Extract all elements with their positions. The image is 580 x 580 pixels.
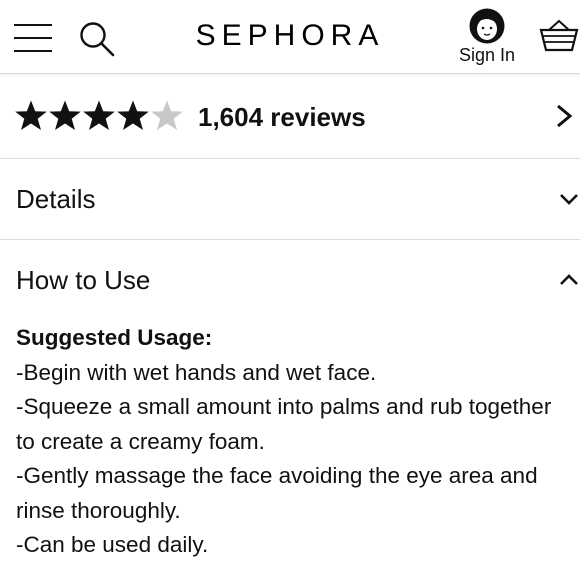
how-to-use-content: Suggested Usage: -Begin with wet hands a…	[16, 321, 576, 563]
details-accordion[interactable]: Details	[0, 159, 580, 240]
basket-icon[interactable]	[539, 16, 580, 58]
usage-line: -Gently massage the face avoiding the ey…	[16, 463, 538, 488]
star-filled-icon	[49, 100, 81, 130]
usage-line: -Squeeze a small amount into palms and r…	[16, 394, 552, 419]
hamburger-menu-icon[interactable]	[14, 22, 52, 52]
chevron-up-icon	[560, 274, 578, 285]
sign-in-button[interactable]: Sign In	[452, 8, 522, 68]
reviews-row[interactable]: 1,604 reviews	[0, 75, 580, 159]
star-filled-icon	[83, 100, 115, 130]
usage-line: -Can be used daily.	[16, 532, 209, 557]
star-filled-icon	[15, 100, 47, 130]
avatar-icon	[469, 8, 505, 44]
chevron-down-icon	[560, 194, 578, 205]
top-nav-bar: SEPHORA Sign In	[0, 0, 580, 74]
suggested-usage-heading: Suggested Usage:	[16, 325, 213, 350]
star-empty-icon	[151, 100, 183, 130]
star-rating	[14, 99, 184, 137]
details-label: Details	[16, 184, 96, 214]
usage-line: -Begin with wet hands and wet face.	[16, 359, 377, 385]
star-filled-icon	[117, 100, 149, 130]
usage-line: to create a creamy foam.	[16, 428, 265, 454]
search-icon[interactable]	[78, 20, 116, 58]
usage-line: rinse thoroughly.	[16, 497, 181, 523]
reviews-count: 1,604 reviews	[198, 102, 366, 132]
chevron-right-icon	[557, 104, 573, 128]
sign-in-label: Sign In	[458, 45, 516, 65]
how-to-use-label: How to Use	[16, 265, 151, 295]
how-to-use-accordion[interactable]: How to Use	[0, 240, 580, 321]
